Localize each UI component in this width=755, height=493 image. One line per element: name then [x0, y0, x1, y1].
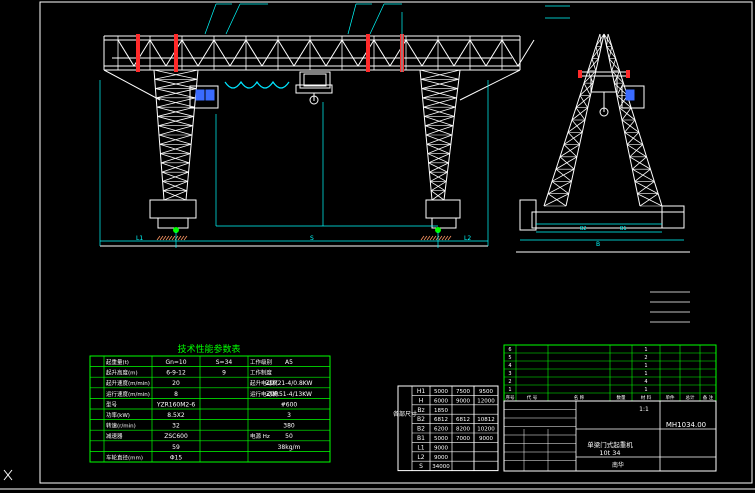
dim-label: L2: [417, 454, 424, 461]
dim-label: B2: [417, 416, 425, 423]
param-value: ZSC600: [164, 433, 188, 440]
dim-value: 10200: [477, 427, 495, 433]
param-label: 转速(r/min): [106, 422, 136, 430]
dim-label-side-width: B: [596, 241, 600, 248]
dim-value: 7500: [456, 389, 470, 395]
dim-value: 9000: [434, 445, 448, 451]
cad-drawing-canvas: L1 S L2 B B2 B1 技术性能参数表 起重量(t) Gn=10 S=34 工…: [0, 0, 755, 493]
dim-value: 5000: [434, 389, 448, 395]
dim-value: 10812: [477, 417, 495, 423]
dim-value: 12000: [477, 398, 495, 404]
parts-no: 1: [508, 387, 511, 393]
param-value-2: S=34: [216, 359, 233, 366]
dim-value: 7000: [456, 436, 470, 442]
dim-label: B1: [417, 435, 425, 442]
dim-label: Bz: [417, 407, 424, 414]
parameter-table-title: 技术性能参数表: [177, 343, 240, 355]
parts-header: 代 号: [527, 394, 538, 401]
parts-no: 4: [508, 363, 511, 369]
dim-label: H: [419, 397, 424, 404]
dim-label-main-span: S: [310, 235, 314, 242]
parts-header: 数量: [617, 394, 626, 401]
dim-label-side-right: B1: [620, 226, 627, 232]
parts-header: 备 注: [703, 394, 714, 401]
param-label: 起升速度(m/min): [106, 379, 150, 387]
parts-no: 6: [508, 347, 511, 353]
dim-label-side-left: B2: [580, 226, 587, 232]
drawing-scale: 1:1: [639, 406, 649, 413]
param-value: 6-9-12: [166, 370, 186, 377]
param-label: 起升高度(m): [106, 369, 138, 377]
param-value: Gn=10: [165, 359, 186, 366]
parts-qty: 4: [644, 379, 647, 385]
parts-no: 5: [508, 355, 511, 361]
parts-header: 单件: [666, 394, 675, 401]
parts-header: 名 称: [574, 394, 585, 401]
param-label-2: 工作制度: [250, 369, 273, 377]
drawing-title: 单梁门式起重机: [587, 440, 633, 449]
dim-label-right-span: L2: [464, 235, 471, 242]
param-value: YZR160M2-6: [156, 401, 196, 408]
param-value: Φ15: [170, 454, 183, 461]
param-value: 59: [172, 444, 180, 451]
param-value: 8: [174, 391, 178, 398]
param-value-3: A5: [285, 359, 293, 366]
girder-splice-marker: [136, 34, 140, 72]
param-value-3: 50: [285, 433, 293, 440]
side-marker: [578, 70, 582, 78]
dim-value: 1850: [434, 408, 448, 414]
side-marker: [626, 70, 630, 78]
dim-value: 8200: [456, 427, 470, 433]
param-value-3: 38kg/m: [278, 444, 301, 451]
param-value-2: 9: [222, 370, 226, 377]
param-label: 功率(kW): [106, 411, 130, 419]
dim-label: H1: [417, 388, 426, 395]
dim-label-left-span: L1: [136, 235, 143, 242]
parts-qty: 1: [644, 387, 647, 393]
parts-header: 序号: [506, 394, 515, 401]
dim-table-side-label: 各部尺寸: [393, 410, 417, 418]
drawing-number: MH1034.00: [666, 421, 706, 429]
parts-no: 2: [508, 379, 511, 385]
dim-value: 6000: [434, 398, 448, 404]
param-label: 型号: [106, 400, 118, 408]
param-value-3: ZDY21-4/0.8KW: [266, 380, 313, 387]
param-value-3: ZDR51-4/13KW: [266, 391, 312, 398]
param-value: 8.5X2: [167, 412, 185, 419]
dim-label: S: [419, 463, 423, 470]
param-label-2: 工作级别: [250, 358, 272, 366]
dim-value: 9000: [434, 455, 448, 461]
param-label-2: 电源 Hz: [250, 432, 270, 440]
dim-value: 6812: [434, 417, 448, 423]
param-label: 车轮直径(mm): [106, 453, 143, 461]
parts-no: 3: [508, 371, 511, 377]
param-label: 减速器: [106, 432, 123, 440]
dim-value: 9500: [479, 389, 493, 395]
parts-qty: 1: [644, 347, 647, 353]
drawing-company: 南华: [612, 461, 624, 469]
parts-qty: 1: [644, 371, 647, 377]
dim-value: 9000: [479, 436, 493, 442]
param-value-3: 3: [287, 412, 291, 419]
parts-header: 总计: [686, 394, 695, 401]
param-value: 32: [172, 423, 180, 430]
dim-value: 9000: [456, 398, 470, 404]
param-value: 20: [172, 380, 180, 387]
dim-value: 6200: [434, 427, 448, 433]
param-label: 起重量(t): [106, 358, 129, 366]
dim-label: B2: [417, 426, 425, 433]
parts-qty: 1: [644, 363, 647, 369]
girder-splice-marker: [174, 34, 178, 72]
dim-value: 34000: [432, 464, 450, 470]
dim-label: L1: [417, 444, 424, 451]
dim-value: 5000: [434, 436, 448, 442]
param-label: 运行速度(m/min): [106, 390, 150, 398]
dim-value: 6812: [456, 417, 470, 423]
parts-header: 材 料: [641, 394, 652, 401]
drawing-spec: 10t 34: [599, 449, 620, 457]
param-value-3: 380: [283, 423, 295, 430]
param-value-3: #600: [281, 401, 298, 408]
girder-splice-marker: [366, 34, 370, 72]
parts-qty: 2: [644, 355, 647, 361]
